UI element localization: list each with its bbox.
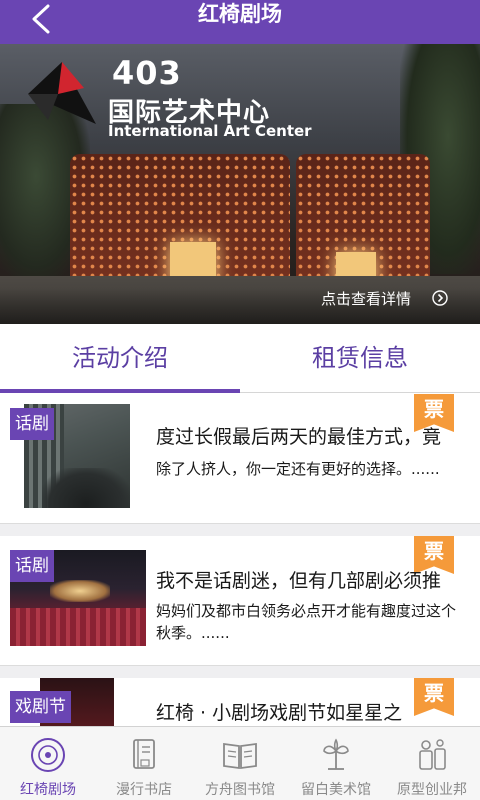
book-icon	[133, 739, 155, 769]
event-title: 我不是话剧迷，但有几部剧必须推	[156, 570, 442, 592]
nav-item-label: 原型创业邦	[397, 782, 467, 798]
tab-rental-info[interactable]: 租赁信息	[240, 324, 480, 394]
nav-item-red-chair-theater[interactable]: 红椅剧场	[0, 727, 96, 800]
disc-icon	[31, 738, 65, 772]
open-book-icon	[223, 742, 257, 770]
nav-item-ark-library[interactable]: 方舟图书馆	[192, 727, 288, 800]
event-card[interactable]: 票 红椅 · 小剧场戏剧节如星星之	[0, 678, 480, 726]
nav-item-bookstore[interactable]: 漫行书店	[96, 727, 192, 800]
nav-item-label: 留白美术馆	[301, 782, 371, 798]
event-description: 妈妈们及都市白领务必点开才能有趣度过这个秋季。......	[156, 602, 457, 642]
nav-item-label: 方舟图书馆	[205, 782, 275, 798]
event-category-tag: 戏剧节	[10, 691, 71, 723]
event-category-tag: 话剧	[10, 408, 54, 440]
tab-activity-intro[interactable]: 活动介绍	[0, 324, 240, 394]
event-category-tag: 话剧	[10, 550, 54, 582]
tab-active-indicator	[0, 389, 240, 393]
venue-banner[interactable]: 403 国际艺术中心 International Art Center 点击查看…	[0, 44, 480, 324]
app-header: 红椅剧场	[0, 0, 480, 44]
banner-detail-link[interactable]: 点击查看详情	[321, 288, 411, 309]
event-title: 红椅 · 小剧场戏剧节如星星之	[156, 702, 403, 724]
tab-divider	[240, 392, 480, 393]
page-title: 红椅剧场	[198, 2, 282, 26]
event-title: 度过长假最后两天的最佳方式，竟	[156, 426, 442, 448]
nav-item-label: 红椅剧场	[20, 782, 76, 798]
event-description: 除了人挤人，你一定还有更好的选择。......	[156, 460, 440, 478]
plant-icon	[323, 738, 349, 770]
figures-icon	[419, 739, 446, 770]
nav-item-liubai-museum[interactable]: 留白美术馆	[288, 727, 384, 800]
banner-logo-number: 403	[112, 54, 182, 92]
nav-item-label: 漫行书店	[116, 782, 172, 798]
event-list: 票 度过长假最后两天的最佳方式，竟 除了人挤人，你一定还有更好的选择。.....…	[0, 394, 480, 726]
art-center-logo-icon	[28, 62, 96, 124]
event-card[interactable]: 票 我不是话剧迷，但有几部剧必须推 妈妈们及都市白领务必点开才能有趣度过这个秋季…	[0, 536, 480, 666]
tab-bar: 活动介绍 租赁信息	[0, 324, 480, 394]
chevron-right-circle-icon[interactable]	[432, 290, 448, 306]
bottom-navigation: 红椅剧场 漫行书店 方舟图书馆 留白美术馆 原型创业邦	[0, 726, 480, 800]
event-card[interactable]: 票 度过长假最后两天的最佳方式，竟 除了人挤人，你一定还有更好的选择。.....…	[0, 394, 480, 524]
nav-item-prototype-startup[interactable]: 原型创业邦	[384, 727, 480, 800]
banner-name-en: International Art Center	[108, 122, 312, 140]
